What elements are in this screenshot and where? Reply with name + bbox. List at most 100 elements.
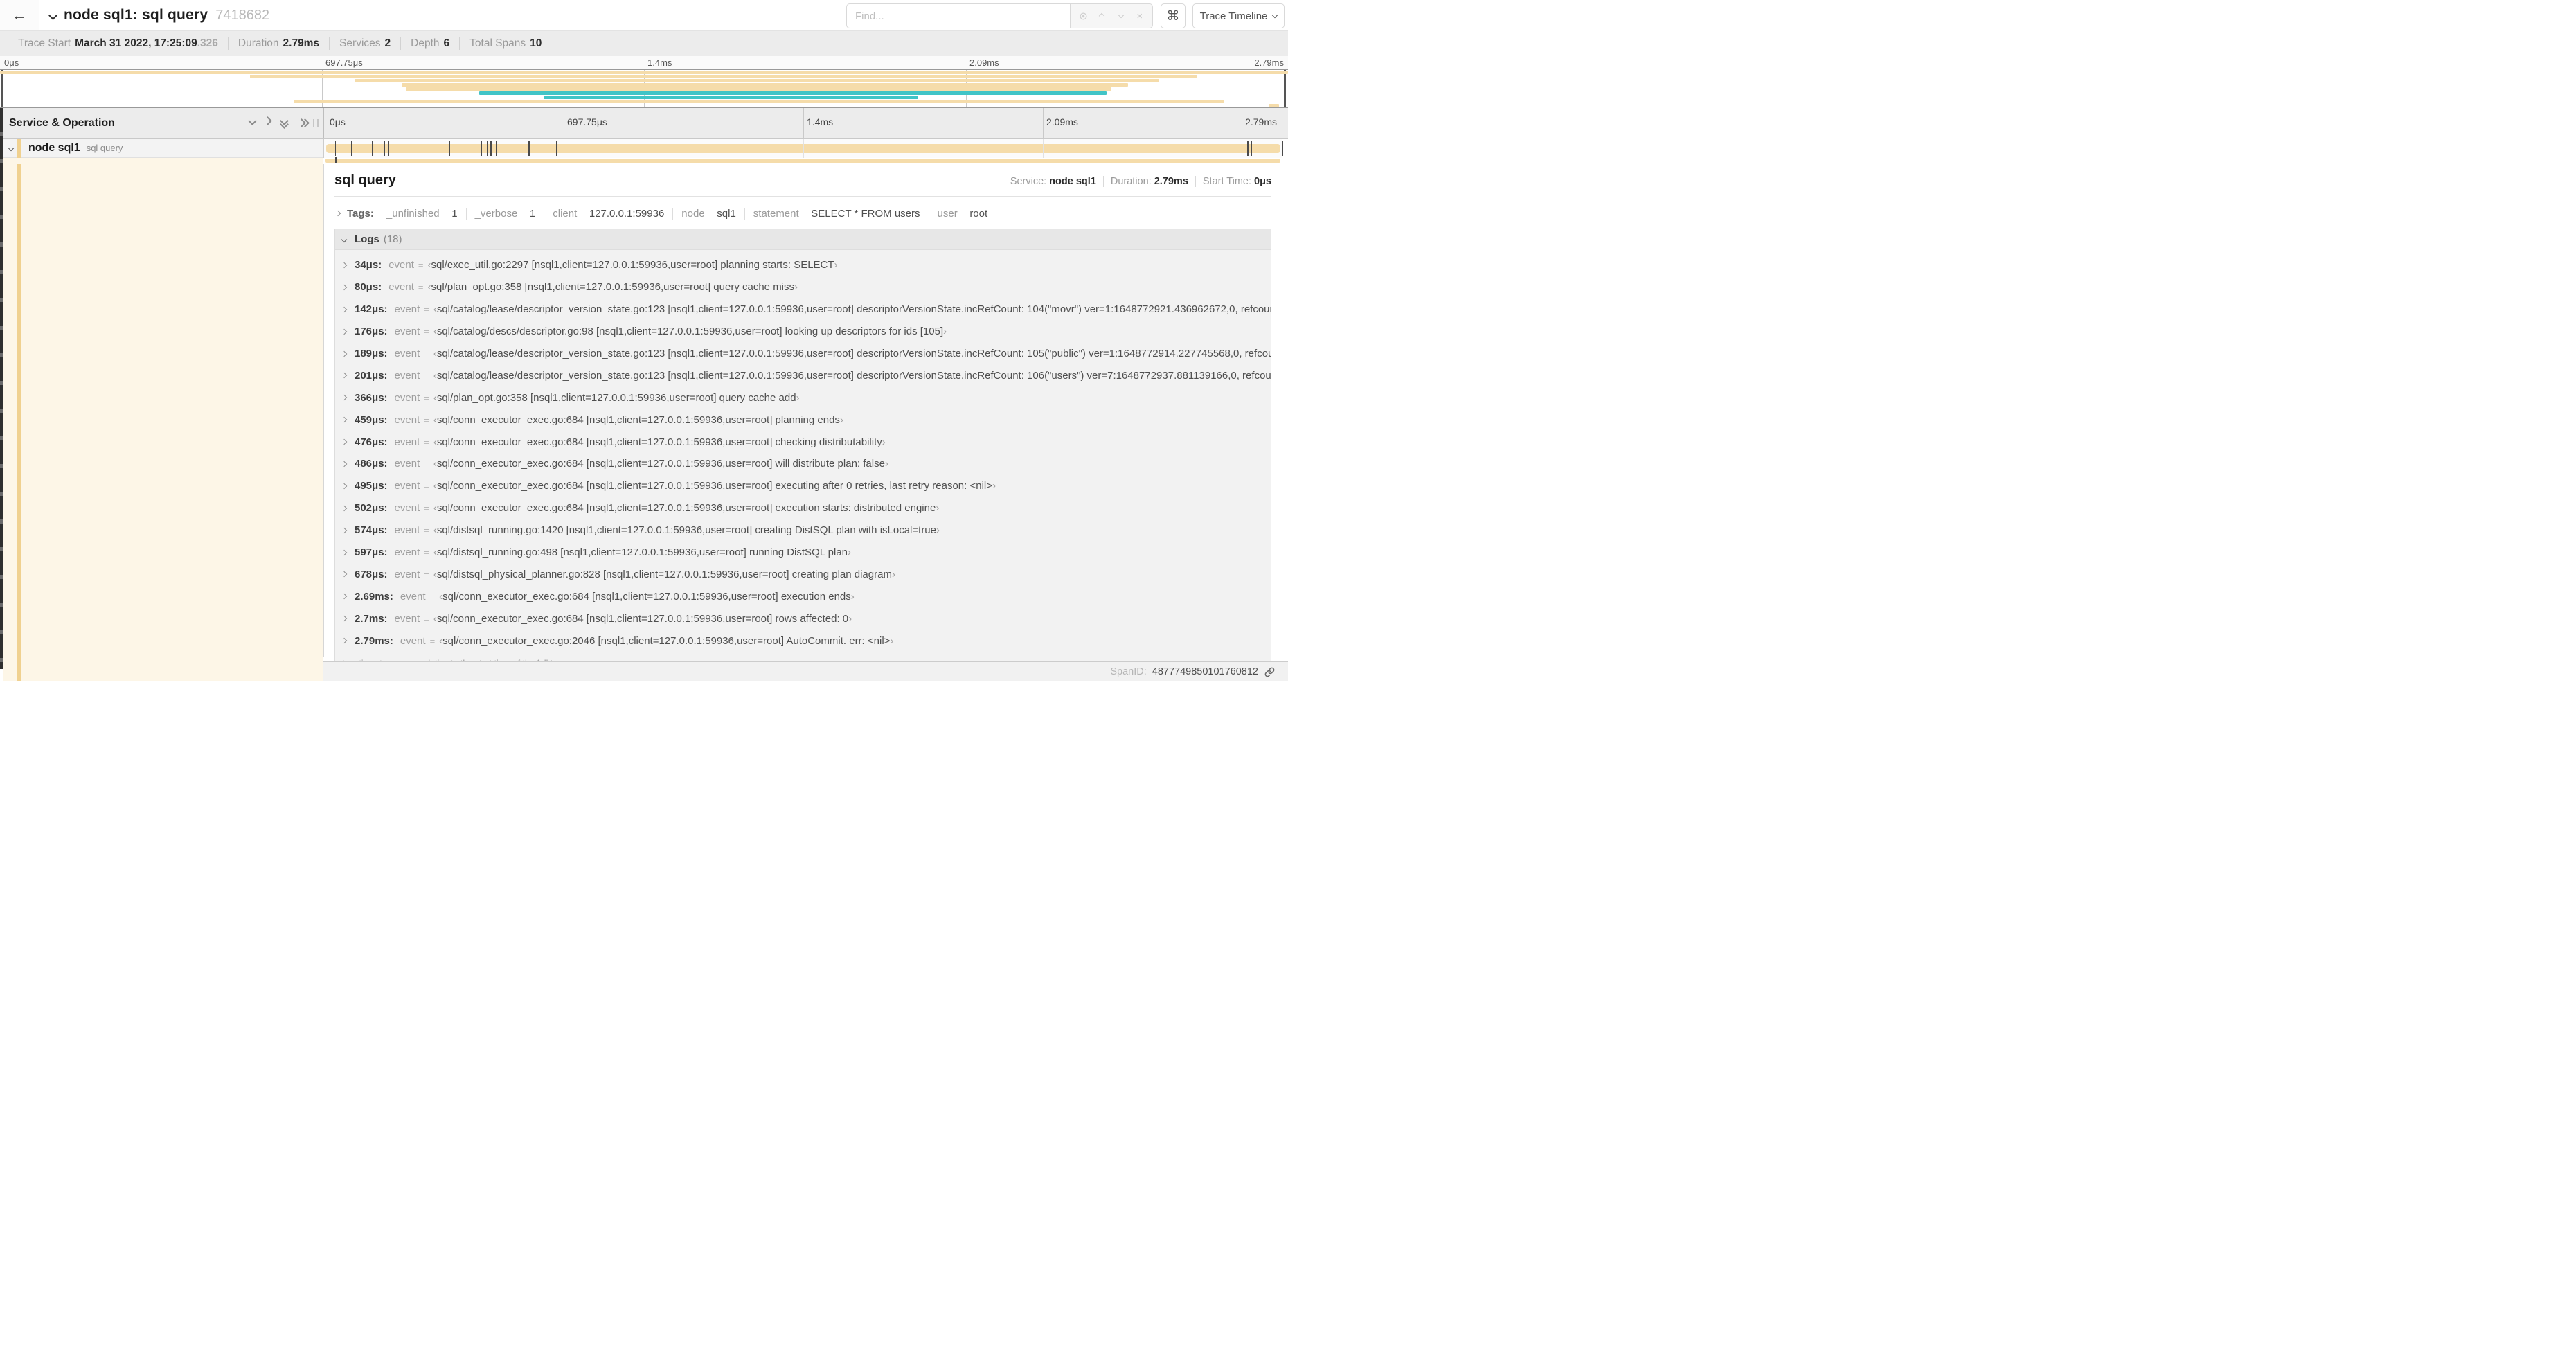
- log-row[interactable]: 2.69ms: event = ‹sql/conn_executor_exec.go:…: [335, 585, 1271, 607]
- log-marker-tick: [490, 141, 492, 156]
- keyboard-shortcuts-button[interactable]: ⌘: [1161, 3, 1186, 28]
- log-field-key: event: [388, 259, 414, 271]
- log-row[interactable]: 502μs: event = ‹sql/conn_executor_exec.go:6…: [335, 497, 1271, 519]
- clear-find-icon[interactable]: ×: [1134, 10, 1146, 22]
- span-meta-label: Start Time:: [1202, 176, 1251, 187]
- summary-label: Total Spans: [469, 37, 526, 49]
- log-equals: =: [424, 436, 429, 447]
- column-resize-handle[interactable]: [313, 119, 319, 127]
- time-tick-label: 1.4ms: [807, 116, 834, 127]
- close-quote: ›: [848, 612, 852, 625]
- prev-match-icon[interactable]: [1095, 10, 1108, 22]
- close-quote: ›: [794, 281, 798, 294]
- log-message-text: sql/plan_opt.go:358 [nsql1,client=127.0.…: [431, 281, 795, 294]
- span-footer: SpanID: 4877749850101760812: [323, 661, 1288, 682]
- log-row[interactable]: 476μs: event = ‹sql/conn_executor_exec.go:6…: [335, 431, 1271, 453]
- minimap-span-bar: [0, 71, 1288, 74]
- log-marker-tick: [1251, 141, 1252, 156]
- log-message: ‹sql/catalog/lease/descriptor_version_st…: [433, 370, 1271, 382]
- tags-row[interactable]: Tags: _unfinished = 1 _verbose = 1 client = 127.…: [334, 205, 1271, 222]
- log-equals: =: [424, 613, 429, 624]
- close-quote: ›: [850, 590, 855, 603]
- log-row[interactable]: 486μs: event = ‹sql/conn_executor_exec.go:6…: [335, 453, 1271, 475]
- log-equals: =: [424, 304, 429, 315]
- minimap-span-bar: [1269, 104, 1279, 107]
- tag: _verbose = 1: [467, 207, 545, 220]
- log-row[interactable]: 678μs: event = ‹sql/distsql_physical_planne…: [335, 563, 1271, 585]
- log-row[interactable]: 597μs: event = ‹sql/distsql_running.go:498 …: [335, 542, 1271, 564]
- log-row[interactable]: 142μs: event = ‹sql/catalog/lease/descripto…: [335, 299, 1271, 321]
- next-match-icon[interactable]: [1115, 10, 1127, 22]
- trace-title-group[interactable]: node sql1: sql query 7418682: [48, 0, 269, 30]
- log-timestamp: 189μs:: [355, 348, 388, 359]
- summary-item: Depth 6: [401, 37, 460, 50]
- chevron-right-icon: [341, 416, 348, 423]
- log-row[interactable]: 189μs: event = ‹sql/catalog/lease/descripto…: [335, 343, 1271, 365]
- log-row[interactable]: 2.79ms: event = ‹sql/conn_executor_exec.go:…: [335, 630, 1271, 652]
- span-bar-track[interactable]: [323, 139, 1283, 158]
- back-button[interactable]: ←: [0, 0, 39, 30]
- log-row[interactable]: 366μs: event = ‹sql/plan_opt.go:358 [nsql1,…: [335, 386, 1271, 409]
- log-row[interactable]: 459μs: event = ‹sql/conn_executor_exec.go:6…: [335, 409, 1271, 431]
- find-input[interactable]: [846, 3, 1070, 28]
- log-row[interactable]: 574μs: event = ‹sql/distsql_running.go:1420…: [335, 519, 1271, 542]
- expand-one-icon[interactable]: [263, 116, 272, 127]
- time-tick-label: 2.79ms: [1245, 116, 1277, 127]
- span-meta-item: Service: node sql1: [1003, 176, 1104, 187]
- log-field-key: event: [394, 524, 420, 537]
- log-marker-tick: [1282, 141, 1283, 156]
- log-message-text: sql/distsql_physical_planner.go:828 [nsq…: [436, 568, 892, 580]
- minimap-span-bar: [402, 83, 1129, 87]
- log-marker-tick: [384, 141, 385, 156]
- span-detail-panel: sql query Service: node sql1 Duration: 2.79…: [323, 164, 1282, 675]
- trace-title: node sql1: sql query: [64, 7, 208, 23]
- timeline-minimap[interactable]: [0, 69, 1288, 108]
- log-row[interactable]: 80μs: event = ‹sql/plan_opt.go:358 [nsql1,c…: [335, 276, 1271, 299]
- log-marker-tick: [520, 141, 522, 156]
- log-equals: =: [429, 635, 436, 646]
- minimap-span-bar: [249, 75, 1197, 78]
- tag-value: 127.0.0.1:59936: [589, 207, 665, 220]
- minimap-right-handle[interactable]: [1284, 70, 1286, 107]
- summary-value: 6: [443, 37, 450, 49]
- log-message-text: sql/conn_executor_exec.go:684 [nsql1,cli…: [436, 436, 882, 448]
- logs-header[interactable]: Logs (18): [335, 229, 1271, 250]
- log-row[interactable]: 176μs: event = ‹sql/catalog/descs/descripto…: [335, 321, 1271, 343]
- vertical-scrollbar[interactable]: [0, 108, 3, 669]
- tag-equals: =: [802, 208, 808, 219]
- span-operation-name: sql query: [86, 143, 123, 153]
- log-row[interactable]: 2.7ms: event = ‹sql/conn_executor_exec.go:6…: [335, 607, 1271, 630]
- link-icon[interactable]: [1264, 666, 1276, 678]
- log-field-key: event: [394, 348, 420, 359]
- log-row[interactable]: 201μs: event = ‹sql/catalog/lease/descripto…: [335, 364, 1271, 386]
- detail-span-tick: [334, 157, 337, 163]
- chevron-right-icon: [341, 571, 348, 578]
- log-field-key: event: [394, 568, 420, 580]
- close-quote: ›: [992, 480, 996, 492]
- log-message: ‹sql/conn_executor_exec.go:684 [nsql1,cl…: [433, 458, 888, 470]
- tag: _unfinished = 1: [378, 207, 467, 220]
- log-timestamp: 502μs:: [355, 502, 388, 515]
- tag-equals: =: [708, 208, 714, 219]
- expand-all-icon[interactable]: [297, 118, 310, 127]
- collapse-all-icon[interactable]: [280, 116, 289, 129]
- span-meta-label: Service:: [1010, 176, 1047, 187]
- span-row-header[interactable]: node sql1 sql query: [3, 139, 323, 158]
- log-equals: =: [424, 348, 429, 359]
- collapse-one-icon[interactable]: [248, 116, 257, 127]
- view-options-button[interactable]: Trace Timeline: [1192, 3, 1285, 28]
- view-options-label: Trace Timeline: [1199, 10, 1268, 22]
- minimap-left-handle[interactable]: [1, 70, 3, 107]
- tag: client = 127.0.0.1:59936: [544, 207, 674, 220]
- log-equals: =: [424, 569, 429, 580]
- tag-key: user: [937, 207, 958, 220]
- logs-label: Logs: [355, 233, 379, 245]
- summary-value: March 31 2022, 17:25:09: [75, 37, 197, 49]
- log-row[interactable]: 495μs: event = ‹sql/conn_executor_exec.go:6…: [335, 475, 1271, 497]
- span-color-stripe: [17, 139, 21, 158]
- log-message: ‹sql/conn_executor_exec.go:684 [nsql1,cl…: [433, 414, 843, 426]
- tag-equals: =: [580, 208, 586, 219]
- log-row[interactable]: 34μs: event = ‹sql/exec_util.go:2297 [nsql1…: [335, 254, 1271, 276]
- locate-icon[interactable]: [1077, 10, 1089, 22]
- log-message: ‹sql/conn_executor_exec.go:684 [nsql1,cl…: [433, 613, 852, 625]
